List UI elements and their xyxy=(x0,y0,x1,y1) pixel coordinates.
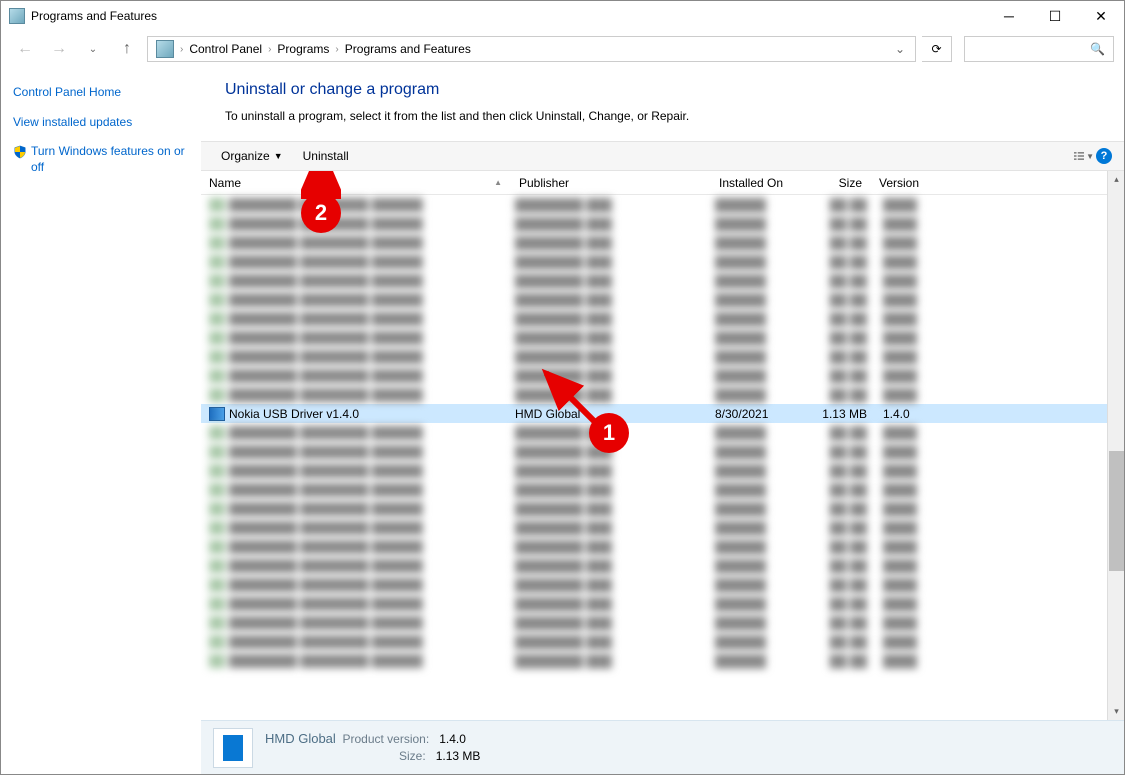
chevron-right-icon: › xyxy=(178,44,185,55)
list-item[interactable]: ████████ ████████ ██████████████ ███████… xyxy=(201,461,1107,480)
scrollbar-thumb[interactable] xyxy=(1109,451,1124,571)
up-button[interactable]: ↑ xyxy=(113,35,141,63)
sidebar-home-link[interactable]: Control Panel Home xyxy=(13,85,189,101)
list-item[interactable]: ████████ ████████ ██████████████ ███████… xyxy=(201,385,1107,404)
shield-icon xyxy=(13,145,27,159)
chevron-right-icon: › xyxy=(333,44,340,55)
list-item[interactable]: ████████ ████████ ██████████████ ███████… xyxy=(201,233,1107,252)
breadcrumb[interactable]: Programs and Features xyxy=(341,42,475,56)
forward-button[interactable]: → xyxy=(45,35,73,63)
list-item[interactable]: ████████ ████████ ██████████████ ███████… xyxy=(201,252,1107,271)
list-item[interactable]: ████████ ████████ ██████████████ ███████… xyxy=(201,594,1107,613)
chevron-right-icon: › xyxy=(266,44,273,55)
sidebar-features-link[interactable]: Turn Windows features on or off xyxy=(13,144,189,175)
column-version[interactable]: Version xyxy=(871,176,1107,190)
search-icon: 🔍 xyxy=(1090,42,1105,56)
close-button[interactable]: ✕ xyxy=(1078,1,1124,31)
details-publisher: HMD Global xyxy=(265,731,336,746)
search-input[interactable]: 🔍 xyxy=(964,36,1114,62)
list-item[interactable]: ████████ ████████ ██████████████ ███████… xyxy=(201,195,1107,214)
address-dropdown-icon[interactable]: ⌄ xyxy=(889,42,911,56)
main-content: Uninstall or change a program To uninsta… xyxy=(201,67,1124,774)
list-item[interactable]: ████████ ████████ ██████████████ ███████… xyxy=(201,366,1107,385)
sort-asc-icon: ▲ xyxy=(494,178,502,187)
refresh-button[interactable]: ⟳ xyxy=(922,36,952,62)
minimize-button[interactable]: ─ xyxy=(986,1,1032,31)
sidebar-features-label: Turn Windows features on or off xyxy=(31,144,189,175)
scroll-up-icon[interactable]: ▴ xyxy=(1108,171,1124,188)
window-title: Programs and Features xyxy=(31,9,157,23)
column-name-label: Name xyxy=(209,176,241,190)
organize-button[interactable]: Organize ▼ xyxy=(211,142,293,170)
program-installed-on: 8/30/2021 xyxy=(715,407,805,421)
details-size-label: Size: xyxy=(399,749,426,763)
program-size: 1.13 MB xyxy=(805,407,875,421)
list-item[interactable]: ████████ ████████ ██████████████ ███████… xyxy=(201,556,1107,575)
sidebar-updates-link[interactable]: View installed updates xyxy=(13,115,189,131)
page-description: To uninstall a program, select it from t… xyxy=(201,109,1124,141)
list-item[interactable]: ████████ ████████ ██████████████ ███████… xyxy=(201,442,1107,461)
list-item[interactable]: ████████ ████████ ██████████████ ███████… xyxy=(201,347,1107,366)
toolbar: Organize ▼ Uninstall ▼ ? xyxy=(201,141,1124,171)
view-options-button[interactable]: ▼ xyxy=(1074,146,1094,166)
scroll-down-icon[interactable]: ▾ xyxy=(1108,703,1124,720)
sidebar: Control Panel Home View installed update… xyxy=(1,67,201,774)
page-title: Uninstall or change a program xyxy=(201,81,1124,109)
details-thumbnail xyxy=(213,728,253,768)
list-item-selected[interactable]: Nokia USB Driver v1.4.0HMD Global8/30/20… xyxy=(201,404,1107,423)
recent-dropdown[interactable]: ⌄ xyxy=(79,35,107,63)
maximize-button[interactable]: ☐ xyxy=(1032,1,1078,31)
program-version: 1.4.0 xyxy=(875,407,1107,421)
list-item[interactable]: ████████ ████████ ██████████████ ███████… xyxy=(201,423,1107,442)
list-item[interactable]: ████████ ████████ ██████████████ ███████… xyxy=(201,613,1107,632)
program-name: Nokia USB Driver v1.4.0 xyxy=(229,407,515,421)
uninstall-button[interactable]: Uninstall xyxy=(293,142,359,170)
organize-label: Organize xyxy=(221,149,270,163)
list-item[interactable]: ████████ ████████ ██████████████ ███████… xyxy=(201,651,1107,670)
column-name[interactable]: Name ▲ xyxy=(201,176,511,190)
details-product-version-label: Product version: xyxy=(342,732,429,746)
list-item[interactable]: ████████ ████████ ██████████████ ███████… xyxy=(201,518,1107,537)
breadcrumb[interactable]: Programs xyxy=(273,42,333,56)
list-item[interactable]: ████████ ████████ ██████████████ ███████… xyxy=(201,214,1107,233)
control-panel-icon xyxy=(156,40,174,58)
details-product-version: 1.4.0 xyxy=(439,732,466,746)
list-item[interactable]: ████████ ████████ ██████████████ ███████… xyxy=(201,328,1107,347)
list-item[interactable]: ████████ ████████ ██████████████ ███████… xyxy=(201,499,1107,518)
list-item[interactable]: ████████ ████████ ██████████████ ███████… xyxy=(201,632,1107,651)
column-headers: Name ▲ Publisher Installed On Size Versi… xyxy=(201,171,1107,195)
program-icon xyxy=(209,407,225,421)
program-publisher: HMD Global xyxy=(515,407,715,421)
programs-list: Name ▲ Publisher Installed On Size Versi… xyxy=(201,171,1107,720)
details-pane: HMD Global Product version: 1.4.0 Size: … xyxy=(201,720,1124,774)
help-button[interactable]: ? xyxy=(1094,146,1114,166)
address-bar[interactable]: › Control Panel › Programs › Programs an… xyxy=(147,36,916,62)
vertical-scrollbar[interactable]: ▴ ▾ xyxy=(1107,171,1124,720)
list-item[interactable]: ████████ ████████ ██████████████ ███████… xyxy=(201,480,1107,499)
list-item[interactable]: ████████ ████████ ██████████████ ███████… xyxy=(201,309,1107,328)
details-size: 1.13 MB xyxy=(436,749,481,763)
breadcrumb[interactable]: Control Panel xyxy=(185,42,266,56)
column-publisher[interactable]: Publisher xyxy=(511,176,711,190)
column-installed-on[interactable]: Installed On xyxy=(711,176,801,190)
column-size[interactable]: Size xyxy=(801,176,871,190)
nav-bar: ← → ⌄ ↑ › Control Panel › Programs › Pro… xyxy=(1,31,1124,67)
list-item[interactable]: ████████ ████████ ██████████████ ███████… xyxy=(201,575,1107,594)
list-item[interactable]: ████████ ████████ ██████████████ ███████… xyxy=(201,537,1107,556)
list-item[interactable]: ████████ ████████ ██████████████ ███████… xyxy=(201,290,1107,309)
back-button[interactable]: ← xyxy=(11,35,39,63)
window-titlebar: Programs and Features ─ ☐ ✕ xyxy=(1,1,1124,31)
list-item[interactable]: ████████ ████████ ██████████████ ███████… xyxy=(201,271,1107,290)
dropdown-icon: ▼ xyxy=(274,151,283,161)
app-icon xyxy=(9,8,25,24)
